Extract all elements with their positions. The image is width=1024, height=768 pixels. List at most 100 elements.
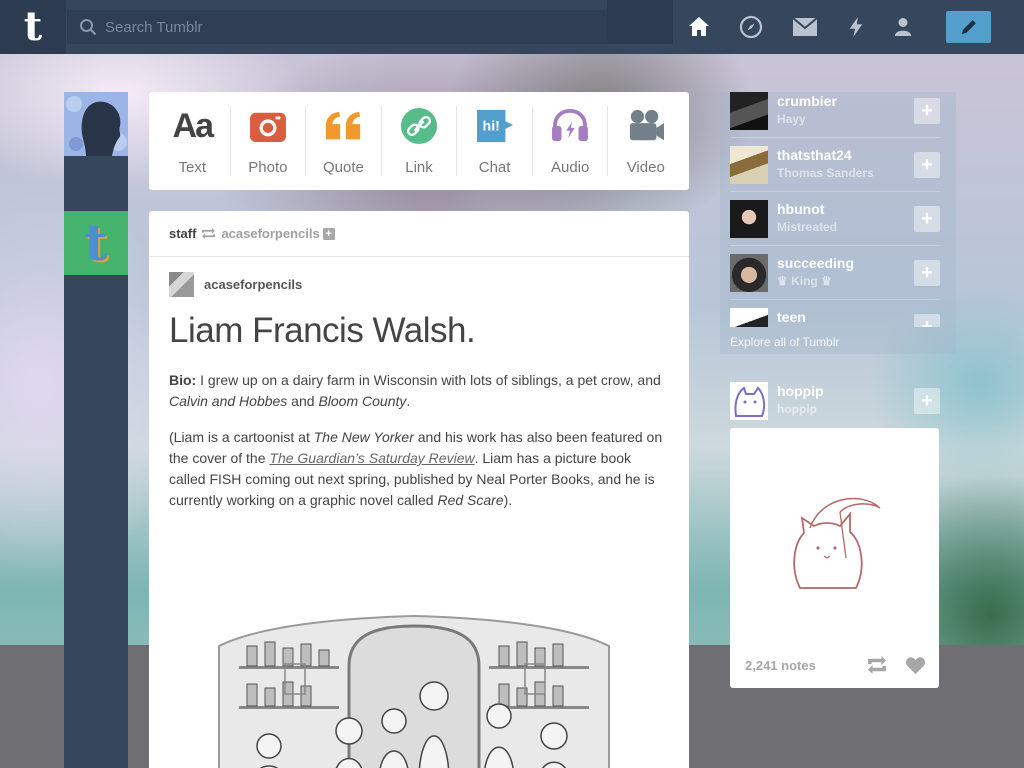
reblogger-name[interactable]: staff (169, 226, 196, 241)
recommended-blog[interactable]: crumbier Hayy + (730, 91, 940, 131)
post-type-photo[interactable]: Photo (231, 106, 307, 176)
post-header: staff acaseforpencils + (149, 211, 689, 257)
account-icon[interactable] (887, 11, 919, 43)
top-navigation-bar: t (0, 0, 1024, 54)
link-icon (399, 106, 439, 146)
op-name[interactable]: acaseforpencils (204, 277, 302, 292)
search-box[interactable] (67, 10, 607, 44)
follow-button[interactable]: + (914, 152, 940, 178)
post-body: Bio: I grew up on a dairy farm in Wiscon… (169, 370, 669, 526)
blog-title: Thomas Sanders (777, 166, 874, 180)
radar-blog-thumb[interactable] (730, 382, 768, 420)
recommended-blog[interactable]: teen + (730, 307, 940, 327)
post-type-video-label: Video (626, 159, 665, 176)
activity-icon[interactable] (840, 11, 872, 43)
recommended-blog[interactable]: hbunot Mistreated + (730, 199, 940, 239)
about-text: (Liam is a cartoonist at (169, 429, 314, 445)
blog-thumb[interactable] (730, 254, 768, 292)
home-icon[interactable] (683, 11, 715, 43)
post-type-bar: Aa Text Photo Quote Link hi! Chat Audio (149, 92, 689, 190)
radar-post[interactable]: 2,241 notes (730, 428, 939, 688)
search-input[interactable] (105, 18, 585, 36)
compose-button[interactable] (946, 11, 991, 43)
headphones-icon (550, 106, 590, 146)
user-avatar[interactable] (64, 92, 128, 156)
blog-avatar-letter: t (84, 213, 108, 272)
source-blog-name[interactable]: acaseforpencils (221, 226, 319, 241)
guardian-link[interactable]: The Guardian’s Saturday Review (269, 450, 474, 466)
pencil-icon (961, 20, 976, 35)
post-type-quote[interactable]: Quote (306, 106, 382, 176)
post-type-link[interactable]: Link (382, 106, 458, 176)
op-avatar[interactable] (169, 272, 194, 297)
post-type-text[interactable]: Aa Text (155, 106, 231, 176)
heart-icon[interactable] (905, 656, 926, 675)
blog-thumb[interactable] (730, 200, 768, 238)
dashboard-post: staff acaseforpencils + acaseforpencils … (149, 211, 689, 768)
about-em: Red Scare (437, 492, 504, 508)
bio-em: Bloom County (318, 393, 407, 409)
blog-name[interactable]: hbunot (777, 201, 824, 217)
explore-icon[interactable] (735, 11, 767, 43)
blog-thumb[interactable] (730, 146, 768, 184)
post-type-audio-label: Audio (550, 159, 590, 176)
blog-title: Hayy (777, 112, 806, 126)
blog-name[interactable]: teen (777, 309, 806, 325)
svg-text:hi!: hi! (482, 119, 499, 135)
reblog-icon (202, 228, 216, 239)
post-type-photo-label: Photo (248, 159, 288, 176)
search-spacer (607, 0, 673, 44)
post-type-audio[interactable]: Audio (533, 106, 609, 176)
text-icon: Aa (172, 107, 214, 145)
divider (730, 191, 940, 192)
follow-button[interactable]: + (914, 260, 940, 286)
post-type-chat[interactable]: hi! Chat (457, 106, 533, 176)
original-poster: acaseforpencils (169, 272, 302, 297)
tumblr-logo-letter: t (23, 3, 43, 50)
bio-text: and (287, 393, 319, 409)
video-camera-icon (626, 106, 666, 146)
bio-text: I grew up on a dairy farm in Wisconsin w… (196, 372, 661, 388)
about-text: ). (503, 492, 513, 508)
bio-label: Bio: (169, 372, 197, 388)
recommended-blog[interactable]: succeeding ♛ King ♛ + (730, 253, 940, 293)
post-type-link-label: Link (405, 159, 433, 176)
post-type-video[interactable]: Video (608, 106, 683, 176)
reblog-icon[interactable] (866, 656, 888, 674)
blog-thumb[interactable] (730, 92, 768, 130)
follow-source-button[interactable]: + (322, 227, 335, 240)
chat-icon: hi! (475, 106, 515, 146)
notes-count[interactable]: 2,241 notes (745, 658, 816, 673)
tumblr-logo[interactable]: t (0, 0, 66, 54)
radar-blog-title: hoppip (777, 402, 817, 416)
blog-name[interactable]: crumbier (777, 93, 837, 109)
follow-button[interactable]: + (914, 314, 940, 327)
blog-title: Mistreated (777, 220, 838, 234)
divider (730, 245, 940, 246)
quote-icon (323, 106, 363, 146)
recommended-blog[interactable]: thatsthat24 Thomas Sanders + (730, 145, 940, 185)
follow-button[interactable]: + (914, 388, 940, 414)
explore-all-link[interactable]: Explore all of Tumblr (730, 335, 839, 349)
bio-em: Calvin and Hobbes (169, 393, 288, 409)
blog-name[interactable]: thatsthat24 (777, 147, 852, 163)
about-em: The New Yorker (313, 429, 414, 445)
search-icon (80, 19, 97, 36)
blog-name[interactable]: succeeding (777, 255, 854, 271)
blog-avatar[interactable]: t (64, 211, 128, 275)
post-type-quote-label: Quote (323, 159, 364, 176)
post-cartoon-image (199, 606, 629, 768)
follow-button[interactable]: + (914, 98, 940, 124)
divider (730, 299, 940, 300)
radar-blog-name[interactable]: hoppip (777, 383, 824, 399)
follow-button[interactable]: + (914, 206, 940, 232)
inbox-icon[interactable] (789, 11, 821, 43)
radar-blog[interactable]: hoppip hoppip + (730, 381, 940, 421)
about-paragraph: (Liam is a cartoonist at The New Yorker … (169, 427, 669, 511)
post-title: Liam Francis Walsh. (169, 311, 476, 350)
divider (730, 137, 940, 138)
camera-icon (248, 106, 288, 146)
post-type-text-label: Text (178, 159, 207, 176)
blog-thumb[interactable] (730, 308, 768, 327)
radar-post-image (793, 497, 881, 589)
